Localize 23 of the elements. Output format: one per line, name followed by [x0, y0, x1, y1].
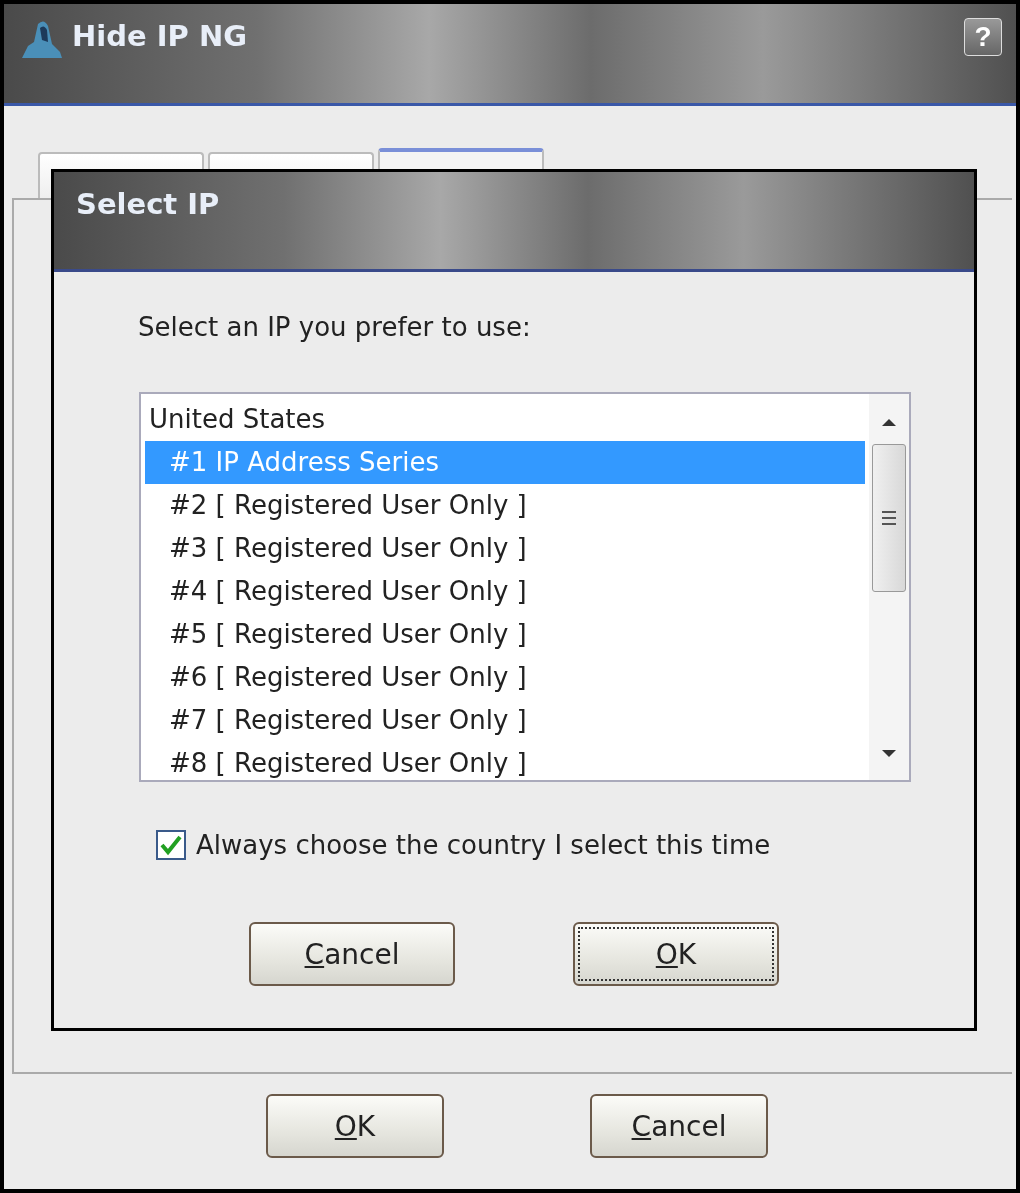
scroll-thumb[interactable]: [872, 444, 906, 592]
list-item[interactable]: #4 [ Registered User Only ]: [145, 570, 865, 613]
checkbox[interactable]: [156, 830, 186, 860]
list-item[interactable]: #5 [ Registered User Only ]: [145, 613, 865, 656]
list-group-header[interactable]: United States: [145, 398, 865, 441]
prompt-text: Select an IP you prefer to use:: [138, 312, 531, 342]
list-item[interactable]: #7 [ Registered User Only ]: [145, 699, 865, 742]
ip-list[interactable]: [139, 392, 911, 782]
dialog-button[interactable]: OK: [266, 1094, 444, 1158]
dialog-button[interactable]: Cancel: [249, 922, 455, 986]
checkbox-label[interactable]: Always choose the country I select this time: [196, 830, 771, 860]
checkmark-icon: [159, 833, 183, 857]
list-item[interactable]: #8 [ Registered User Only ]: [145, 742, 865, 780]
dialog-button[interactable]: OK: [573, 922, 779, 986]
grip-icon: [880, 508, 898, 528]
list-item[interactable]: #3 [ Registered User Only ]: [145, 527, 865, 570]
list-item[interactable]: #2 [ Registered User Only ]: [145, 484, 865, 527]
dialog-title: Select IP: [76, 186, 220, 222]
window-title: Hide IP NG: [72, 18, 247, 54]
scrollbar[interactable]: [869, 394, 909, 780]
dialog-button[interactable]: Cancel: [590, 1094, 768, 1158]
help-button[interactable]: ?: [964, 18, 1002, 56]
list-item[interactable]: #6 [ Registered User Only ]: [145, 656, 865, 699]
